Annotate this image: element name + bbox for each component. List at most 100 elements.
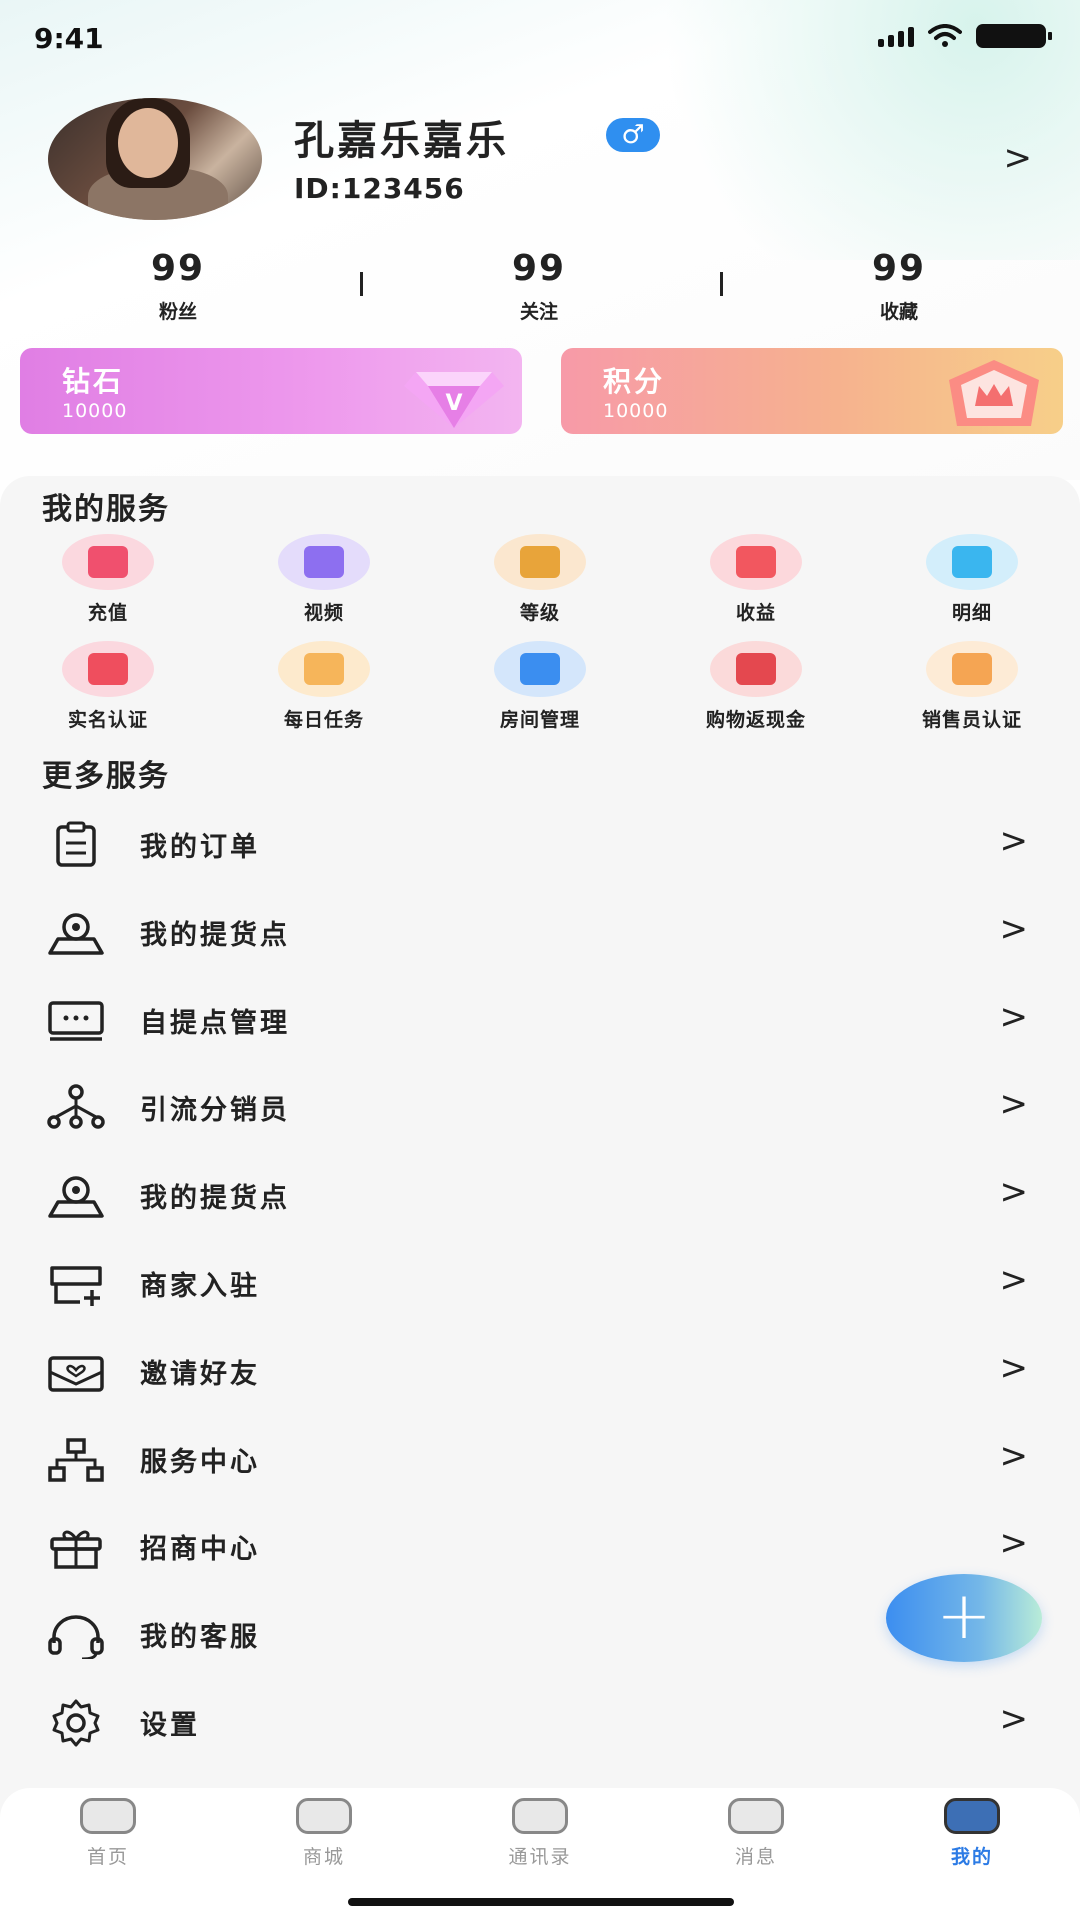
- service-label: 销售员认证: [921, 709, 1022, 731]
- profile-arrow-icon[interactable]: >: [1004, 138, 1033, 178]
- location-icon: [48, 913, 104, 955]
- service-label: 明细: [951, 602, 992, 624]
- tab-label: 通讯录: [508, 1846, 572, 1868]
- stat-favorites[interactable]: 99 收藏: [809, 248, 989, 324]
- list-icon: [926, 534, 1018, 590]
- location-icon: [48, 1176, 104, 1218]
- stat-divider: [360, 272, 363, 296]
- menu-row[interactable]: 我的提货点 >: [0, 889, 1080, 977]
- menu-row[interactable]: 自提点管理 >: [0, 977, 1080, 1065]
- stat-label: 收藏: [879, 301, 918, 323]
- service-label: 收益: [735, 602, 776, 624]
- service-label: 等级: [519, 602, 560, 624]
- store-add-icon: [50, 1266, 102, 1306]
- male-gender-icon: ♂: [606, 118, 660, 152]
- menu-label: 我的订单: [140, 832, 260, 863]
- menu-row[interactable]: 服务中心 >: [0, 1416, 1080, 1504]
- service-label: 房间管理: [499, 709, 580, 731]
- crown-icon: [494, 534, 586, 590]
- service-label: 实名认证: [67, 709, 148, 731]
- tab-profile[interactable]: 我的: [864, 1798, 1080, 1869]
- service-item[interactable]: 视频: [216, 534, 432, 625]
- service-label: 视频: [303, 602, 344, 624]
- status-bar: 9:41: [0, 0, 1080, 80]
- gift-icon: [50, 1530, 102, 1569]
- stat-fans[interactable]: 99 粉丝: [88, 248, 268, 324]
- menu-row[interactable]: 我的订单 >: [0, 801, 1080, 889]
- menu-label: 自提点管理: [140, 1008, 290, 1039]
- clipboard-icon: [56, 821, 96, 867]
- hierarchy-icon: [48, 1438, 104, 1482]
- service-item[interactable]: 销售员认证: [864, 641, 1080, 732]
- signal-icon: [878, 25, 914, 47]
- status-time: 9:41: [34, 22, 104, 55]
- menu-label: 邀请好友: [140, 1359, 260, 1390]
- menu-label: 服务中心: [140, 1447, 260, 1478]
- diamond-title: 钻石: [62, 365, 125, 398]
- stat-value: 99: [871, 248, 927, 289]
- menu-row[interactable]: 商家入驻 >: [0, 1240, 1080, 1328]
- menu-row[interactable]: 设置 >: [0, 1679, 1080, 1767]
- battery-icon: [976, 24, 1052, 48]
- menu-row[interactable]: 我的提货点 >: [0, 1152, 1080, 1240]
- menu-label: 我的提货点: [140, 920, 290, 951]
- tab-home[interactable]: 首页: [0, 1798, 216, 1869]
- add-button[interactable]: +: [886, 1574, 1042, 1662]
- chevron-right-icon: >: [999, 1084, 1029, 1124]
- tab-contacts[interactable]: 通讯录: [432, 1798, 648, 1869]
- tab-label: 我的: [950, 1846, 993, 1868]
- chevron-right-icon: >: [999, 1699, 1029, 1739]
- service-item[interactable]: 房间管理: [432, 641, 648, 732]
- monitor-icon: [48, 1001, 104, 1041]
- menu-label: 我的客服: [140, 1622, 260, 1653]
- service-item[interactable]: 购物返现金: [648, 641, 864, 732]
- tab-label: 首页: [86, 1846, 129, 1868]
- menu-label: 我的提货点: [140, 1183, 290, 1214]
- network-icon: [47, 1084, 105, 1129]
- stat-value: 99: [150, 248, 206, 289]
- stat-following[interactable]: 99 关注: [449, 248, 629, 324]
- home-indicator: [348, 1898, 734, 1906]
- service-item[interactable]: 每日任务: [216, 641, 432, 732]
- menu-label: 设置: [140, 1710, 200, 1741]
- card-icon: [62, 534, 154, 590]
- chart-icon: [494, 641, 586, 697]
- diamond-card[interactable]: 钻石 10000 V: [20, 348, 522, 434]
- service-item[interactable]: 充值: [0, 534, 216, 625]
- wifi-icon: [928, 24, 962, 47]
- avatar[interactable]: [48, 98, 262, 220]
- menu-label: 引流分销员: [140, 1095, 290, 1126]
- points-value: 10000: [603, 400, 669, 422]
- diamond-value: 10000: [62, 400, 128, 422]
- service-label: 充值: [87, 602, 128, 624]
- wallet-icon: [710, 534, 802, 590]
- medal-icon: [62, 641, 154, 697]
- service-item[interactable]: 实名认证: [0, 641, 216, 732]
- home-icon: [80, 1798, 136, 1834]
- menu-row[interactable]: 邀请好友 >: [0, 1328, 1080, 1416]
- menu-row[interactable]: 引流分销员 >: [0, 1064, 1080, 1152]
- points-card[interactable]: 积分 10000: [561, 348, 1063, 434]
- menu-label: 招商中心: [140, 1534, 260, 1565]
- chevron-right-icon: >: [999, 1348, 1029, 1388]
- image-icon: [278, 534, 370, 590]
- profile-icon: [944, 1798, 1000, 1834]
- tab-mall[interactable]: 商城: [216, 1798, 432, 1869]
- cash-icon: [710, 641, 802, 697]
- menu-row[interactable]: 招商中心 >: [0, 1503, 1080, 1591]
- diamond-icon: V: [404, 372, 504, 428]
- shop-icon: [296, 1798, 352, 1834]
- chevron-right-icon: >: [999, 1523, 1029, 1563]
- chevron-right-icon: >: [999, 1260, 1029, 1300]
- service-item[interactable]: 收益: [648, 534, 864, 625]
- more-services-title: 更多服务: [42, 759, 170, 794]
- service-item[interactable]: 明细: [864, 534, 1080, 625]
- menu-label: 商家入驻: [140, 1271, 260, 1302]
- tab-messages[interactable]: 消息: [648, 1798, 864, 1869]
- contacts-icon: [512, 1798, 568, 1834]
- status-icons: [878, 24, 1052, 48]
- headset-icon: [48, 1615, 104, 1659]
- service-label: 购物返现金: [705, 709, 806, 731]
- service-item[interactable]: 等级: [432, 534, 648, 625]
- tab-label: 商城: [302, 1846, 345, 1868]
